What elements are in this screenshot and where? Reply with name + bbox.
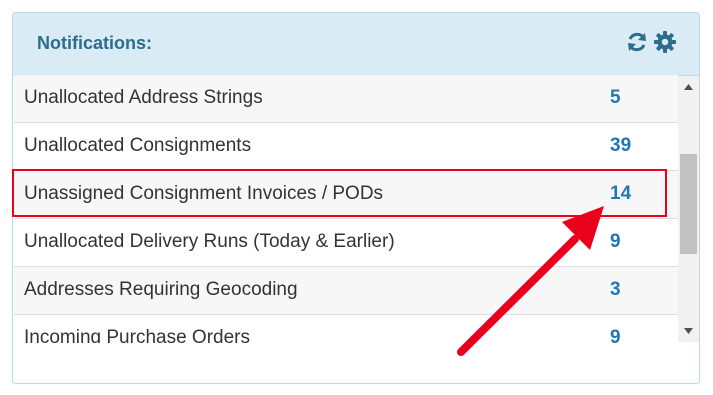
list-item[interactable]: Addresses Requiring Geocoding 3	[14, 267, 678, 315]
notification-label: Incoming Purchase Orders	[24, 327, 250, 343]
refresh-icon[interactable]	[625, 30, 649, 54]
header-actions	[625, 30, 677, 54]
scroll-up-arrow-icon[interactable]	[678, 78, 699, 96]
panel-title: Notifications:	[37, 33, 152, 53]
list-item[interactable]: Unallocated Address Strings 5	[14, 75, 678, 123]
list-item[interactable]: Unallocated Consignments 39	[14, 123, 678, 171]
notification-count[interactable]: 9	[610, 327, 621, 343]
notification-count[interactable]: 3	[610, 279, 621, 301]
notification-label: Unallocated Delivery Runs (Today & Earli…	[24, 231, 395, 252]
list-scrollbar[interactable]	[678, 76, 699, 342]
list-item[interactable]: Unallocated Delivery Runs (Today & Earli…	[14, 219, 678, 267]
gear-icon[interactable]	[653, 30, 677, 54]
notification-label: Unallocated Consignments	[24, 135, 252, 156]
notification-label: Addresses Requiring Geocoding	[24, 279, 298, 300]
panel-header: Notifications:	[13, 13, 699, 76]
notification-count[interactable]: 14	[610, 183, 631, 205]
notification-count[interactable]: 5	[610, 87, 621, 109]
notification-label: Unassigned Consignment Invoices / PODs	[24, 183, 384, 204]
notifications-panel: Notifications: Unallocated Address Strin…	[12, 12, 700, 384]
notification-list: Unallocated Address Strings 5 Unallocate…	[14, 75, 678, 343]
list-item[interactable]: Incoming Purchase Orders 9	[14, 315, 678, 343]
notification-count[interactable]: 39	[610, 135, 631, 157]
scroll-down-arrow-icon[interactable]	[678, 322, 699, 340]
notification-count[interactable]: 9	[610, 231, 621, 253]
list-item[interactable]: Unassigned Consignment Invoices / PODs 1…	[14, 171, 678, 219]
scroll-thumb[interactable]	[680, 154, 697, 254]
notification-label: Unallocated Address Strings	[24, 87, 263, 108]
